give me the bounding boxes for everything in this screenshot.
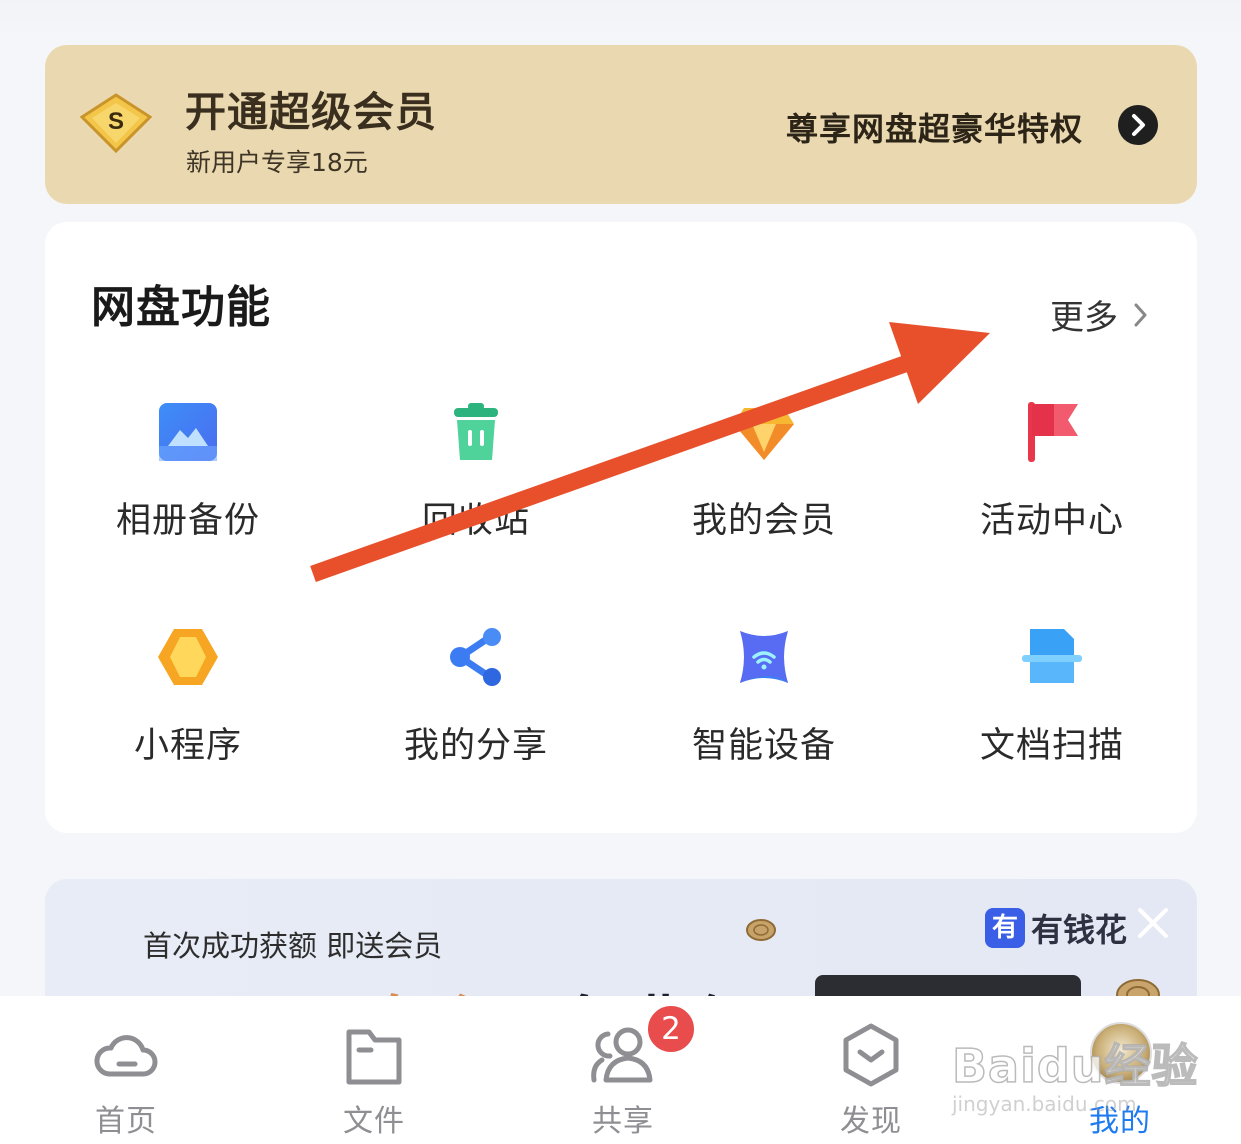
more-label: 更多 <box>1050 298 1118 338</box>
share-badge: 2 <box>645 1003 697 1055</box>
vip-subtitle: 新用户专享18元 <box>186 148 368 177</box>
feature-label: 回收站 <box>421 501 530 541</box>
coin-icon <box>746 919 776 941</box>
feature-label: 智能设备 <box>691 726 836 766</box>
feature-smart-device[interactable]: 智能设备 <box>664 625 864 795</box>
mini-program-icon <box>158 629 218 685</box>
vip-badge-letter: S <box>108 108 124 135</box>
folder-icon <box>346 1029 402 1085</box>
tab-label: 文件 <box>343 1104 405 1139</box>
feature-photo-backup[interactable]: 相册备份 <box>88 400 288 570</box>
document-scan-icon <box>1022 629 1082 683</box>
feature-trash[interactable]: 回收站 <box>376 400 576 570</box>
watermark-text: Baidu经验 <box>951 1038 1199 1094</box>
discover-cube-icon <box>843 1023 899 1087</box>
feature-mini-program[interactable]: 小程序 <box>88 625 288 795</box>
tab-home[interactable]: 首页 <box>46 996 206 1144</box>
ad-headline: 首次成功获额 即送会员 <box>143 929 443 963</box>
feature-activity-center[interactable]: 活动中心 <box>952 400 1152 570</box>
arrow-right-circle-icon[interactable] <box>1118 105 1158 145</box>
vip-diamond-icon: S <box>80 93 152 153</box>
feature-my-vip[interactable]: 我的会员 <box>664 400 864 570</box>
top-fade <box>0 0 1241 40</box>
flag-icon <box>1028 402 1078 462</box>
vip-title: 开通超级会员 <box>185 88 437 136</box>
vip-gem-icon <box>734 408 794 460</box>
tab-label: 共享 <box>592 1104 654 1139</box>
close-icon[interactable] <box>1135 905 1171 941</box>
smart-device-icon <box>740 631 788 683</box>
chevron-right-icon <box>1134 303 1147 326</box>
feature-label: 我的会员 <box>691 501 836 541</box>
tab-label: 发现 <box>840 1104 902 1139</box>
feature-my-share[interactable]: 我的分享 <box>376 625 576 795</box>
trash-icon <box>454 403 498 460</box>
tab-files[interactable]: 文件 <box>294 996 454 1144</box>
ad-brand: 有有钱花 <box>985 905 1127 949</box>
watermark-url: jingyan.baidu.com <box>952 1092 1137 1116</box>
vip-privilege-text[interactable]: 尊享网盘超豪华特权 <box>786 104 1083 150</box>
feature-label: 活动中心 <box>979 501 1124 541</box>
share-icon <box>450 628 501 686</box>
more-link[interactable]: 更多 <box>1050 290 1151 338</box>
feature-label: 相册备份 <box>115 501 260 541</box>
photo-backup-icon <box>159 403 217 461</box>
tab-label: 首页 <box>95 1104 157 1139</box>
brand-logo-icon: 有 <box>985 908 1025 948</box>
tab-discover[interactable]: 发现 <box>791 996 951 1144</box>
brand-name: 有钱花 <box>1031 911 1128 949</box>
feature-document-scan[interactable]: 文档扫描 <box>952 625 1152 795</box>
cloud-home-icon <box>94 1035 158 1077</box>
feature-label: 小程序 <box>133 726 242 766</box>
feature-label: 文档扫描 <box>979 726 1124 766</box>
feature-label: 我的分享 <box>403 726 548 766</box>
section-title: 网盘功能 <box>91 282 271 333</box>
